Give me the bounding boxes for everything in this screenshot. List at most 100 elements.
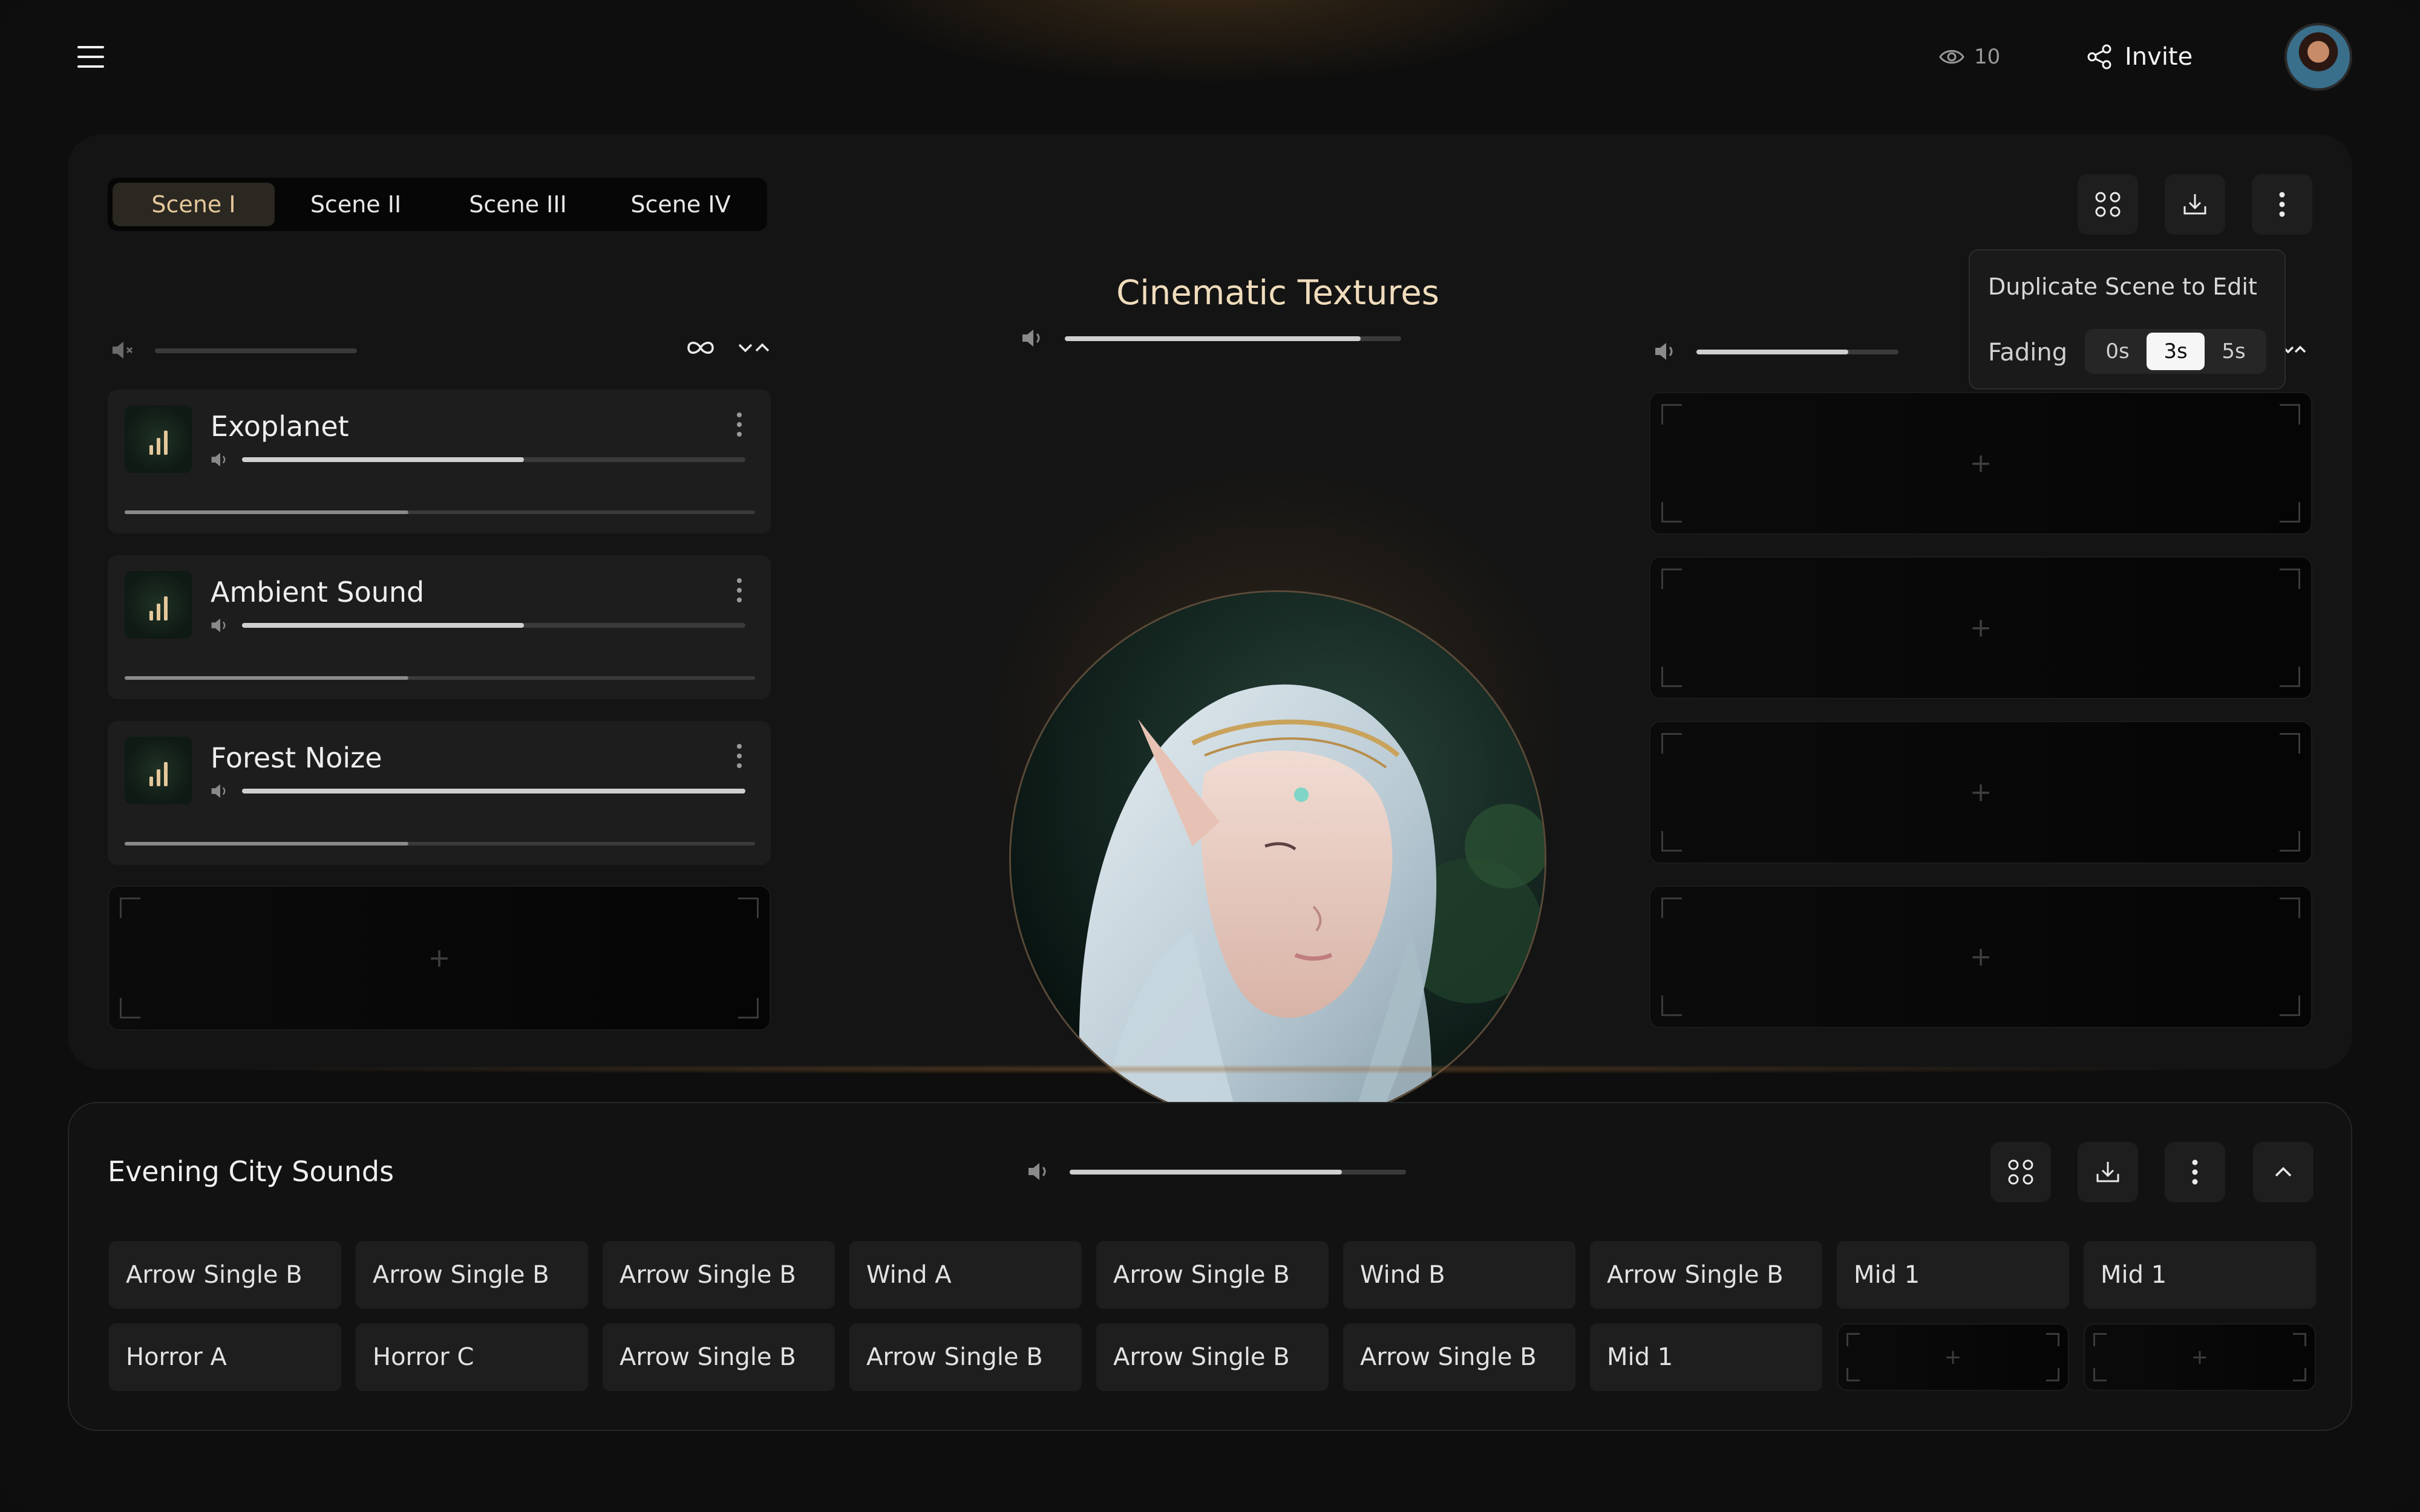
slot-corner	[120, 998, 140, 1018]
add-track-slot[interactable]: +	[108, 885, 771, 1031]
grid-button[interactable]	[1990, 1142, 2051, 1202]
slot-corner	[1661, 569, 1682, 589]
track-card[interactable]: Exoplanet	[108, 389, 771, 533]
more-vertical-icon	[2192, 1159, 2198, 1185]
plus-icon: +	[1969, 612, 1992, 644]
track-volume-fill	[242, 789, 745, 793]
right-volume-fill	[1696, 350, 1848, 354]
mute-icon[interactable]	[111, 340, 136, 360]
speaker-icon[interactable]	[211, 617, 230, 634]
share-icon	[2087, 44, 2111, 70]
download-button[interactable]	[2078, 1142, 2138, 1202]
grid-icon	[2095, 192, 2121, 217]
slot-corner	[1661, 831, 1682, 852]
speaker-icon[interactable]	[211, 783, 230, 800]
track-thumbnail	[125, 405, 192, 473]
track-volume-slider[interactable]	[242, 623, 745, 628]
right-volume-slider[interactable]	[1696, 350, 1898, 354]
plus-icon: +	[1969, 941, 1992, 973]
add-track-slot[interactable]: +	[1649, 392, 2312, 535]
more-vertical-icon[interactable]	[737, 578, 742, 602]
scene-options-popover: Duplicate Scene to Edit Fading 0s 3s 5s	[1969, 249, 2286, 389]
sound-pad[interactable]: Arrow Single B	[603, 1241, 835, 1309]
plus-icon: +	[1969, 448, 1992, 479]
scene-title: Cinematic Textures	[1116, 273, 1439, 313]
sound-pad[interactable]: Mid 1	[1590, 1323, 1822, 1391]
hamburger-icon[interactable]	[77, 46, 104, 68]
track-name: Exoplanet	[211, 410, 349, 443]
tab-scene-4[interactable]: Scene IV	[599, 183, 762, 226]
speaker-icon[interactable]	[1021, 328, 1045, 348]
add-pad-slot[interactable]: +	[2084, 1323, 2316, 1391]
track-volume-fill	[242, 457, 524, 462]
chevron-up-icon	[2275, 1167, 2292, 1177]
track-progress-bar[interactable]	[125, 842, 755, 846]
speaker-icon[interactable]	[211, 451, 230, 468]
slot-corner	[1661, 898, 1682, 918]
tab-scene-3[interactable]: Scene III	[437, 183, 599, 226]
fading-selector: 0s 3s 5s	[2085, 329, 2266, 374]
slot-corner	[2293, 1333, 2306, 1346]
grid-button[interactable]	[2078, 174, 2138, 235]
infinity-icon[interactable]	[686, 339, 715, 357]
grid-icon	[2008, 1159, 2033, 1185]
download-button[interactable]	[2165, 174, 2225, 235]
soundboard-volume-fill	[1070, 1170, 1342, 1175]
slot-corner	[738, 998, 759, 1018]
collapse-button[interactable]	[2253, 1142, 2314, 1202]
avatar[interactable]	[2284, 23, 2352, 91]
sound-pad[interactable]: Mid 1	[1837, 1241, 2069, 1309]
tab-scene-1[interactable]: Scene I	[113, 183, 275, 226]
more-button[interactable]	[2252, 174, 2312, 235]
chevron-icon[interactable]	[738, 340, 770, 356]
viewer-count-label: 10	[1974, 45, 2001, 69]
track-volume-slider[interactable]	[242, 789, 745, 793]
tab-scene-2[interactable]: Scene II	[275, 183, 437, 226]
more-vertical-icon	[2279, 192, 2285, 217]
sound-pad[interactable]: Arrow Single B	[1590, 1241, 1822, 1309]
track-progress-bar[interactable]	[125, 510, 755, 514]
sound-pad[interactable]: Arrow Single B	[356, 1241, 588, 1309]
add-track-slot[interactable]: +	[1649, 721, 2312, 864]
sound-pad[interactable]: Horror C	[356, 1323, 588, 1391]
slot-corner	[2093, 1333, 2107, 1346]
fade-option-3s[interactable]: 3s	[2147, 333, 2205, 370]
add-track-slot[interactable]: +	[1649, 556, 2312, 699]
track-progress-bar[interactable]	[125, 676, 755, 680]
slot-corner	[2280, 831, 2300, 852]
sound-pad[interactable]: Arrow Single B	[1343, 1323, 1575, 1391]
soundboard-title: Evening City Sounds	[108, 1155, 394, 1188]
speaker-icon[interactable]	[1027, 1161, 1051, 1182]
duplicate-scene-menu-item[interactable]: Duplicate Scene to Edit	[1988, 273, 2257, 300]
sound-pad[interactable]: Arrow Single B	[109, 1241, 341, 1309]
soundboard-panel: Evening City Sounds Arrow Single B Arrow…	[68, 1102, 2352, 1431]
left-volume-slider[interactable]	[155, 348, 357, 353]
chevron-icon[interactable]	[2282, 344, 2306, 357]
invite-button[interactable]: Invite	[2086, 39, 2193, 75]
add-track-slot[interactable]: +	[1649, 885, 2312, 1028]
track-name: Forest Noize	[211, 741, 382, 774]
sound-pad[interactable]: Mid 1	[2084, 1241, 2316, 1309]
sound-pad[interactable]: Arrow Single B	[849, 1323, 1082, 1391]
track-volume-slider[interactable]	[242, 457, 745, 462]
slot-corner	[2093, 1368, 2107, 1381]
sound-pad[interactable]: Wind B	[1343, 1241, 1575, 1309]
soundboard-volume-slider[interactable]	[1070, 1170, 1406, 1175]
fade-option-0s[interactable]: 0s	[2088, 333, 2147, 370]
add-pad-slot[interactable]: +	[1837, 1323, 2069, 1391]
more-vertical-icon[interactable]	[737, 744, 742, 768]
slot-corner	[2280, 733, 2300, 754]
sound-pad[interactable]: Arrow Single B	[1096, 1323, 1329, 1391]
track-card[interactable]: Ambient Sound	[108, 555, 771, 699]
sound-pad[interactable]: Wind A	[849, 1241, 1082, 1309]
speaker-icon[interactable]	[1654, 341, 1678, 362]
sound-pad[interactable]: Arrow Single B	[1096, 1241, 1329, 1309]
master-volume-slider[interactable]	[1065, 336, 1401, 341]
slot-corner	[120, 898, 140, 918]
more-vertical-icon[interactable]	[737, 412, 742, 437]
sound-pad[interactable]: Arrow Single B	[603, 1323, 835, 1391]
fade-option-5s[interactable]: 5s	[2205, 333, 2263, 370]
sound-pad[interactable]: Horror A	[109, 1323, 341, 1391]
track-card[interactable]: Forest Noize	[108, 721, 771, 865]
more-button[interactable]	[2165, 1142, 2225, 1202]
